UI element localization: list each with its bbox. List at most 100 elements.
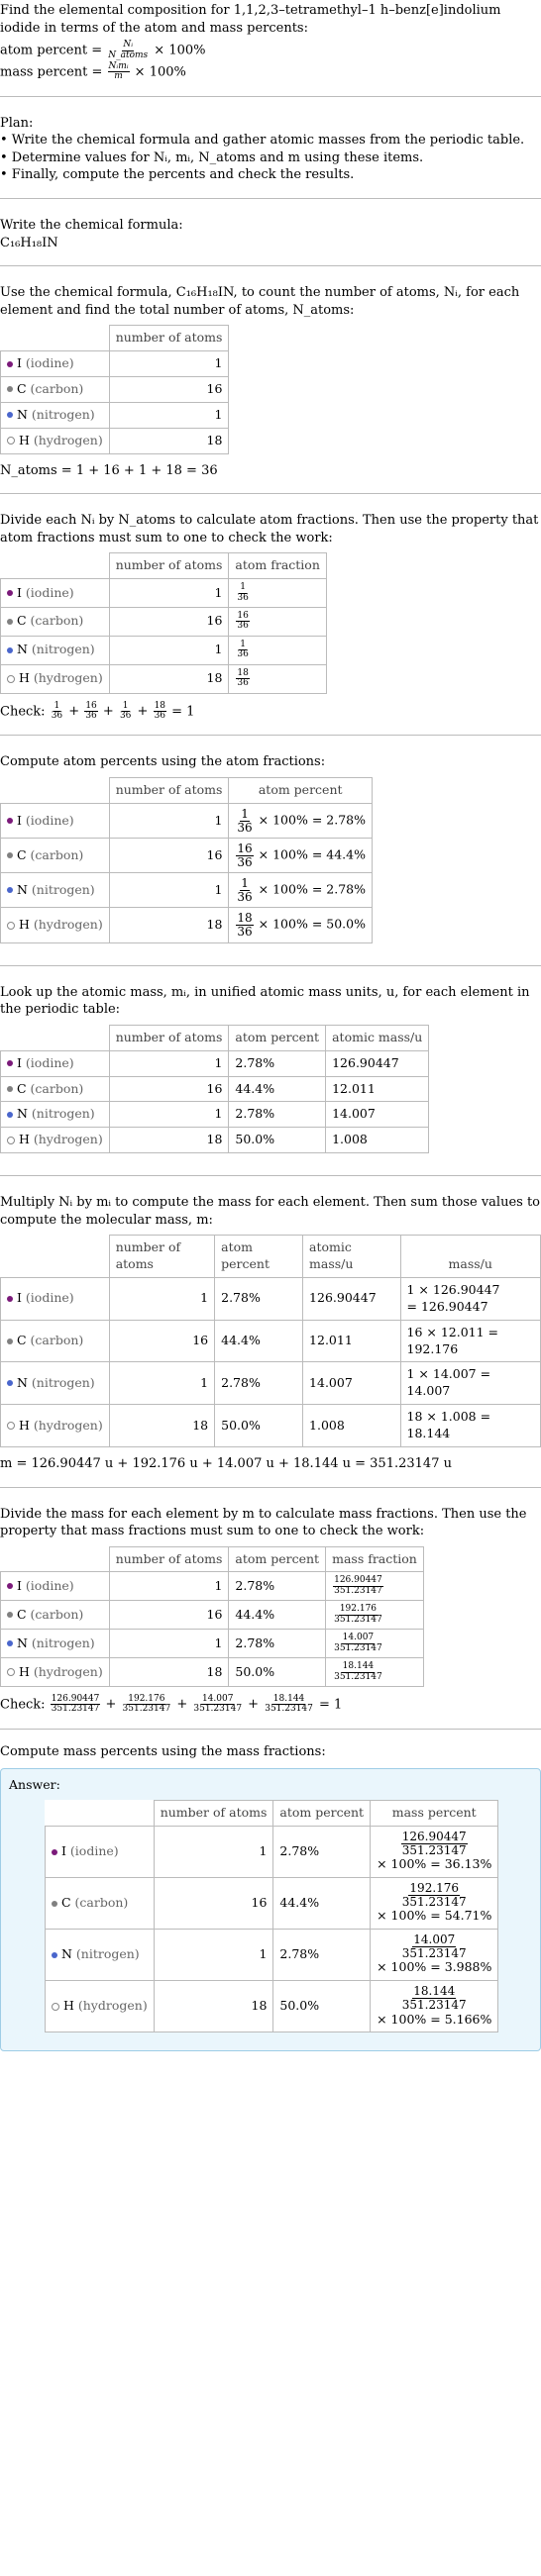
table-row: C (carbon) 16 xyxy=(0,375,230,403)
plan-item: • Finally, compute the percents and chec… xyxy=(0,167,355,183)
table-row: N (nitrogen) 1 2.78% 14.007 351.23147 × 100% … xyxy=(45,1929,499,1982)
header-atom-percent: atom percent xyxy=(228,1545,327,1573)
value-cell: 16 xyxy=(108,606,230,637)
element-label: N (nitrogen) xyxy=(0,1361,110,1406)
table-row: N (nitrogen) 1 1 36 xyxy=(0,635,327,665)
header-atom-percent: atom percent xyxy=(272,1800,372,1828)
element-symbol: H xyxy=(19,1663,30,1679)
formula-section: Write the chemical formula: C₁₆H₁₈IN xyxy=(0,213,541,267)
value-cell: 126.90447 xyxy=(302,1276,401,1321)
fraction: 18 36 xyxy=(236,667,250,689)
element-dot-icon xyxy=(7,386,13,393)
value-cell: 44.4% xyxy=(214,1319,304,1363)
mass-percent-cell: 126.90447 351.23147 × 100% = 36.13% xyxy=(370,1826,499,1879)
value-cell: 44.4% xyxy=(228,1600,327,1631)
table-row: H (hydrogen) 18 50.0% 1.008 xyxy=(0,1127,430,1154)
plan-item: • Determine values for Nᵢ, mᵢ, N_atoms a… xyxy=(0,149,424,165)
value-cell: 44.4% xyxy=(228,1075,327,1103)
element-symbol: I xyxy=(17,355,22,371)
answer-instruction: Compute mass percents using the mass fra… xyxy=(0,1743,326,1759)
value-cell: 2.78% xyxy=(272,1929,372,1982)
element-label: N (nitrogen) xyxy=(0,401,110,429)
mass-percent-formula: mass percent = Nᵢmᵢ m × 100% xyxy=(0,60,186,82)
element-label: I (iodine) xyxy=(0,1276,110,1321)
element-symbol: I xyxy=(17,1054,22,1070)
element-dot-icon xyxy=(7,1060,13,1067)
mass-fraction-cell: 18.144 351.23147 xyxy=(325,1657,424,1687)
fraction: 18 36 xyxy=(153,700,167,722)
element-dot-icon xyxy=(7,818,13,825)
fraction: 14.007 351.23147 xyxy=(401,1932,467,1960)
element-label: N (nitrogen) xyxy=(0,872,110,909)
element-label: H (hydrogen) xyxy=(0,1127,110,1154)
answer-section: Compute mass percents using the mass fra… xyxy=(0,1743,541,2064)
table-row: I (iodine) 1 xyxy=(0,350,230,377)
element-label: H (hydrogen) xyxy=(45,1980,155,2033)
element-dot-icon xyxy=(7,1583,13,1590)
element-symbol: I xyxy=(17,1577,22,1593)
table-row: I (iodine) 1 1 36 xyxy=(0,578,327,608)
element-dot-icon xyxy=(52,1900,57,1907)
header-mass: mass/u xyxy=(399,1235,541,1278)
value-cell: 14.007 xyxy=(302,1361,401,1406)
atom-fraction-instruction: Divide each Nᵢ by N_atoms to calculate a… xyxy=(0,513,539,545)
element-dot-icon xyxy=(7,1136,15,1144)
value-cell: 2.78% xyxy=(272,1826,372,1879)
element-label: H (hydrogen) xyxy=(0,1404,110,1447)
element-symbol: N xyxy=(61,1946,72,1962)
atom-percent-cell: 1 36 × 100% = 2.78% xyxy=(228,802,373,840)
mass-fraction-table: number of atoms atom percent mass fraction… xyxy=(0,1545,424,1687)
table-row: H (hydrogen) 18 50.0% 18.144 351.23147 xyxy=(0,1657,424,1687)
value-cell: 50.0% xyxy=(214,1404,304,1447)
element-symbol: H xyxy=(19,670,30,686)
value-cell: 16 xyxy=(153,1877,274,1931)
element-symbol: I xyxy=(17,812,22,828)
molecular-mass-total: m = 126.90447 u + 192.176 u + 14.007 u +… xyxy=(0,1455,452,1471)
table-row: I (iodine) 1 2.78% 126.90447 351.23147 × 100%… xyxy=(45,1826,499,1879)
element-label: H (hydrogen) xyxy=(0,907,110,943)
value-cell: 2.78% xyxy=(214,1361,304,1406)
fraction: 16 36 xyxy=(236,610,250,632)
fraction: 1 36 xyxy=(237,876,253,904)
mass-fraction-cell: 126.90447 351.23147 xyxy=(325,1571,424,1602)
value-cell: 50.0% xyxy=(228,1657,327,1687)
value-cell: 1 xyxy=(108,802,230,840)
atom-percent-table: number of atoms atom percent I (iodine) 1 1… xyxy=(0,777,373,943)
count-section: Use the chemical formula, C₁₆H₁₈IN, to c… xyxy=(0,280,541,495)
element-dot-icon xyxy=(52,1848,57,1855)
fraction: 14.007 351.23147 xyxy=(193,1693,243,1715)
mass-percent-cell: 192.176 351.23147 × 100% = 54.71% xyxy=(370,1877,499,1931)
table-row: I (iodine) 1 1 36 × 100% = 2.78% xyxy=(0,802,373,840)
fraction: 18.144 351.23147 xyxy=(401,1984,467,2012)
value-cell: 12.011 xyxy=(302,1319,401,1363)
value-cell: 14.007 xyxy=(325,1101,430,1129)
element-symbol: H xyxy=(19,917,30,933)
value-cell: 126.90447 xyxy=(325,1049,430,1077)
element-symbol: I xyxy=(61,1843,66,1859)
fraction: 126.90447 351.23147 xyxy=(50,1693,101,1715)
table-row: I (iodine) 1 2.78% 126.90447 1 × 126.90447 = … xyxy=(0,1276,541,1321)
element-dot-icon xyxy=(7,852,13,859)
element-label: I (iodine) xyxy=(0,802,110,840)
element-dot-icon xyxy=(7,1295,13,1302)
value-cell: 1.008 xyxy=(302,1404,401,1447)
element-symbol: C xyxy=(17,380,27,396)
table-row: C (carbon) 16 44.4% 192.176 351.23147 × 100% … xyxy=(45,1877,499,1931)
element-dot-icon xyxy=(7,1612,13,1619)
mass-cell: 18 × 1.008 = 18.144 xyxy=(399,1404,541,1447)
element-symbol: N xyxy=(17,406,28,422)
element-dot-icon xyxy=(52,2002,59,2011)
value-cell: 1 xyxy=(108,401,230,429)
element-symbol: H xyxy=(19,1417,30,1433)
value-cell: 2.78% xyxy=(228,1101,327,1129)
element-dot-icon xyxy=(7,360,13,367)
element-symbol: C xyxy=(17,1606,27,1622)
mass-cell: 1 × 14.007 = 14.007 xyxy=(399,1361,541,1406)
header-atom-fraction: atom fraction xyxy=(228,552,327,580)
element-label: C (carbon) xyxy=(0,1319,110,1363)
element-label: C (carbon) xyxy=(0,375,110,403)
element-label: C (carbon) xyxy=(0,1600,110,1631)
header-number-of-atoms: number of atoms xyxy=(108,1545,230,1573)
value-cell: 1 xyxy=(108,350,230,377)
chemical-formula: C₁₆H₁₈IN xyxy=(0,235,58,250)
